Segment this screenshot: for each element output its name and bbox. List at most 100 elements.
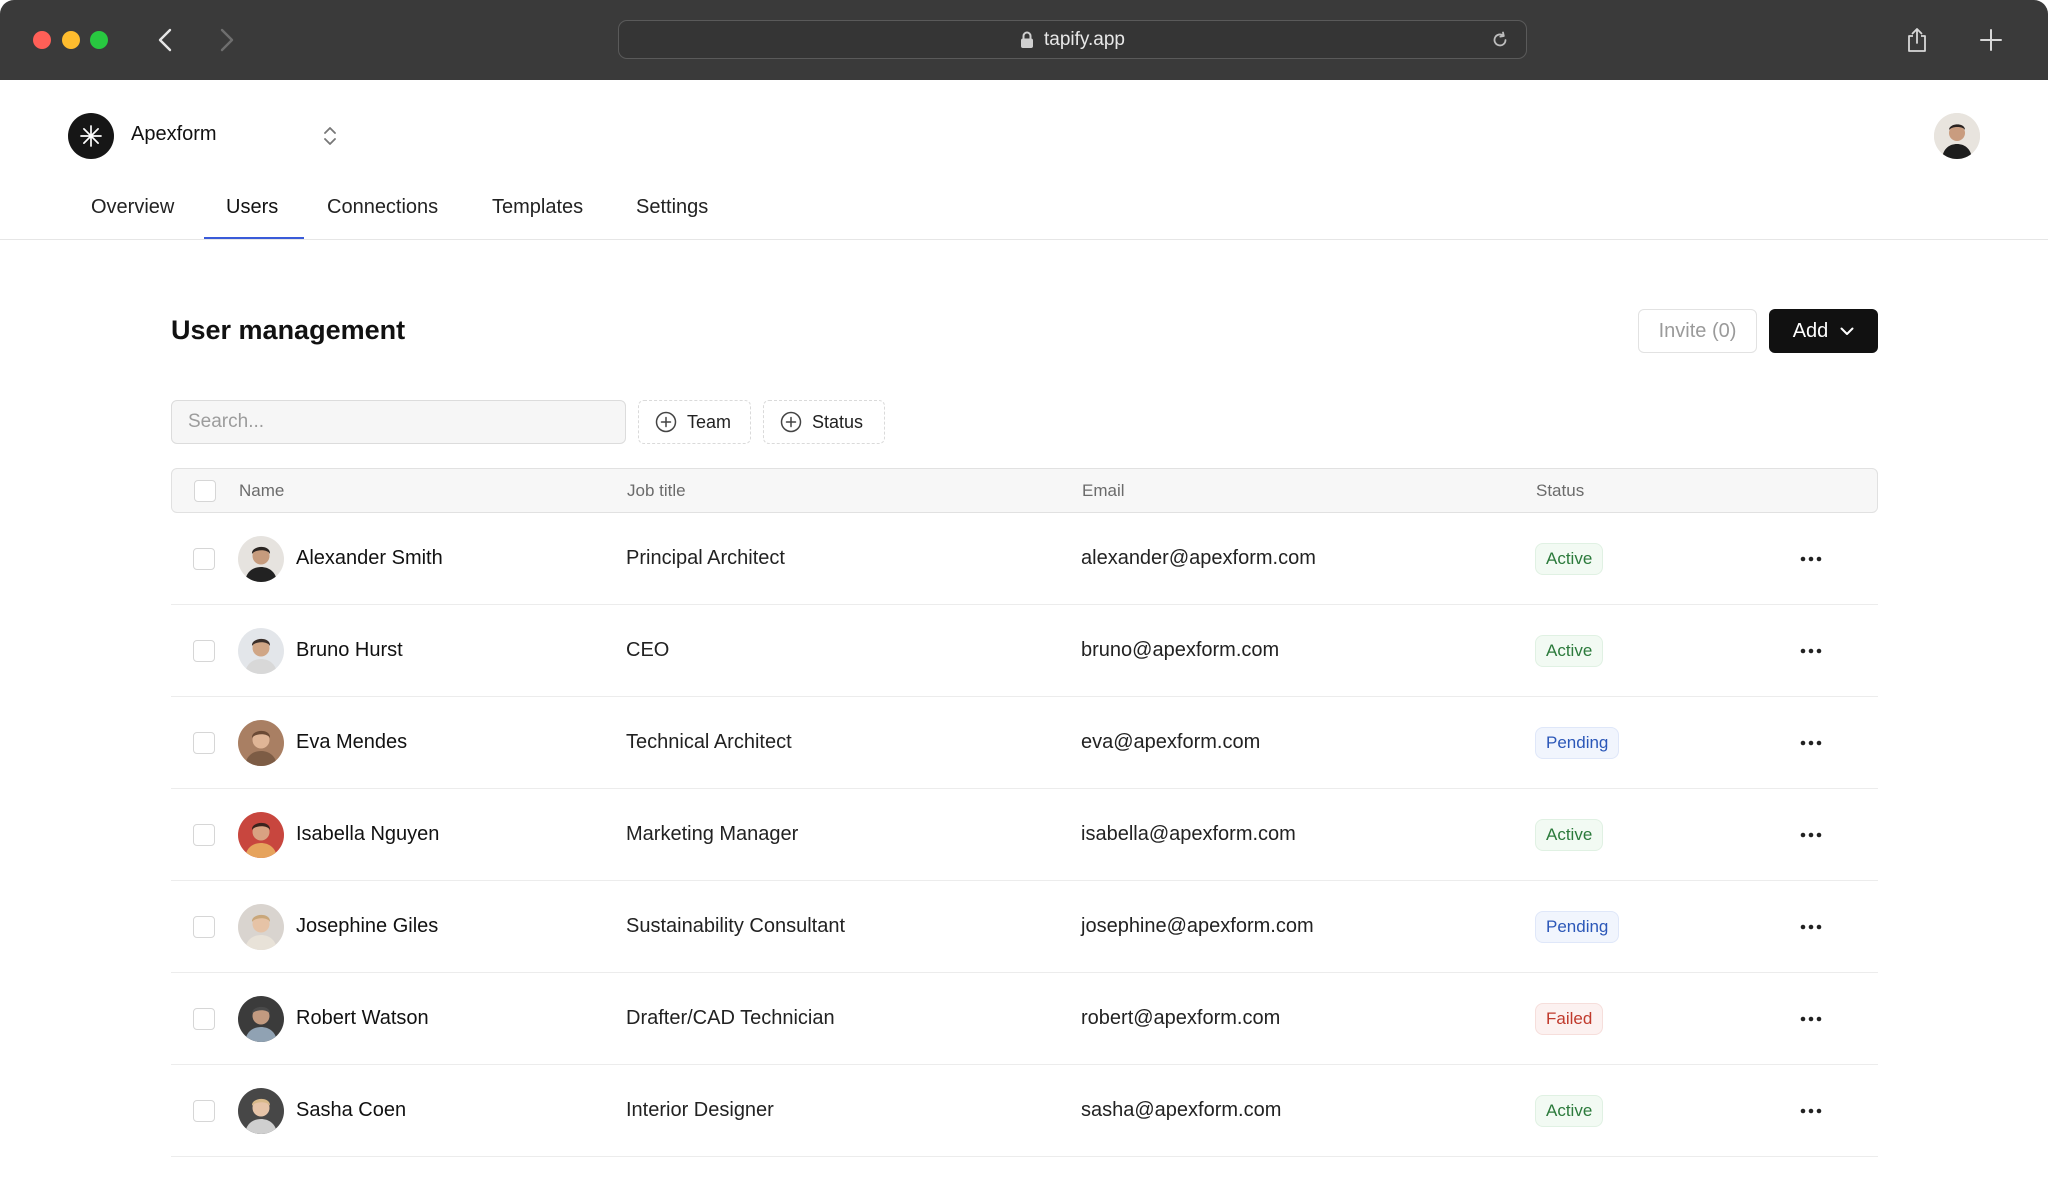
address-bar[interactable]: tapify.app — [618, 20, 1527, 59]
more-horizontal-icon — [1800, 740, 1822, 746]
active-tab-indicator — [204, 237, 304, 239]
more-horizontal-icon — [1800, 832, 1822, 838]
user-job-title: Interior Designer — [626, 1099, 774, 1121]
column-header-status[interactable]: Status — [1536, 481, 1584, 501]
table-row[interactable]: Bruno Hurst CEO bruno@apexform.com Active — [171, 605, 1878, 697]
table-row[interactable]: Isabella Nguyen Marketing Manager isabella… — [171, 789, 1878, 881]
invite-button[interactable]: Invite (0) — [1638, 309, 1757, 353]
more-horizontal-icon — [1800, 1016, 1822, 1022]
user-email: sasha@apexform.com — [1081, 1099, 1282, 1121]
more-horizontal-icon — [1800, 924, 1822, 930]
status-filter-button[interactable]: Status — [763, 400, 885, 444]
row-actions-button[interactable] — [1797, 638, 1825, 664]
avatar — [238, 996, 284, 1042]
tab-connections[interactable]: Connections — [327, 196, 438, 240]
table-row[interactable]: Robert Watson Drafter/CAD Technician rober… — [171, 973, 1878, 1065]
row-checkbox[interactable] — [193, 640, 215, 662]
chevron-down-icon — [1840, 327, 1854, 335]
table-row[interactable]: Josephine Giles Sustainability Consultant… — [171, 881, 1878, 973]
maximize-window-button[interactable] — [90, 31, 108, 49]
status-badge: Active — [1535, 635, 1604, 667]
tab-templates[interactable]: Templates — [492, 196, 583, 240]
user-email: bruno@apexform.com — [1081, 639, 1280, 661]
reload-icon[interactable] — [1490, 30, 1510, 50]
avatar-portrait — [238, 1088, 284, 1134]
lock-icon — [1021, 31, 1033, 48]
row-checkbox[interactable] — [193, 548, 215, 570]
avatar-portrait — [238, 536, 284, 582]
row-checkbox[interactable] — [193, 1100, 215, 1122]
url-text: tapify.app — [1044, 28, 1125, 50]
back-button[interactable] — [149, 24, 181, 56]
main-tabs: Overview Users Connections Templates Set… — [0, 180, 2048, 240]
column-header-name[interactable]: Name — [239, 481, 284, 501]
avatar — [238, 1088, 284, 1134]
status-badge: Active — [1535, 543, 1604, 575]
row-actions-button[interactable] — [1797, 1006, 1825, 1032]
status-badge: Pending — [1535, 911, 1620, 943]
forward-button[interactable] — [211, 24, 243, 56]
user-job-title: Principal Architect — [626, 547, 785, 569]
tab-users[interactable]: Users — [226, 196, 278, 240]
search-input[interactable] — [171, 400, 626, 444]
row-checkbox[interactable] — [193, 1008, 215, 1030]
user-name[interactable]: Sasha Coen — [296, 1099, 406, 1122]
avatar-portrait — [238, 720, 284, 766]
org-logo[interactable] — [68, 113, 114, 159]
new-tab-button[interactable] — [1975, 24, 2007, 56]
row-checkbox[interactable] — [193, 732, 215, 754]
row-checkbox[interactable] — [193, 824, 215, 846]
more-horizontal-icon — [1800, 556, 1822, 562]
chevron-up-down-icon[interactable] — [320, 124, 340, 148]
avatar — [238, 536, 284, 582]
avatar — [238, 720, 284, 766]
avatar-portrait — [238, 628, 284, 674]
add-button-label: Add — [1792, 319, 1829, 342]
add-button[interactable]: Add — [1769, 309, 1878, 353]
team-filter-label: Team — [687, 411, 732, 432]
row-checkbox[interactable] — [193, 916, 215, 938]
user-name[interactable]: Robert Watson — [296, 1007, 429, 1030]
select-all-checkbox[interactable] — [194, 480, 216, 502]
status-badge: Pending — [1535, 727, 1620, 759]
user-job-title: Sustainability Consultant — [626, 915, 846, 937]
column-header-email[interactable]: Email — [1082, 481, 1125, 501]
row-actions-button[interactable] — [1797, 1098, 1825, 1124]
user-job-title: Technical Architect — [626, 731, 792, 753]
table-row[interactable]: Eva Mendes Technical Architect eva@apexfor… — [171, 697, 1878, 789]
table-row[interactable]: Sasha Coen Interior Designer sasha@apexfor… — [171, 1065, 1878, 1157]
row-actions-button[interactable] — [1797, 822, 1825, 848]
user-name[interactable]: Bruno Hurst — [296, 639, 403, 662]
status-filter-label: Status — [812, 411, 864, 432]
table-header: Name Job title Email Status — [171, 468, 1878, 513]
user-name[interactable]: Eva Mendes — [296, 731, 407, 754]
user-name[interactable]: Josephine Giles — [296, 915, 438, 938]
tab-settings[interactable]: Settings — [636, 196, 708, 240]
row-actions-button[interactable] — [1797, 546, 1825, 572]
org-name[interactable]: Apexform — [131, 123, 217, 146]
user-email: eva@apexform.com — [1081, 731, 1261, 753]
avatar-portrait — [238, 812, 284, 858]
avatar — [238, 812, 284, 858]
status-badge: Failed — [1535, 1003, 1604, 1035]
page-title: User management — [171, 315, 406, 345]
user-email: alexander@apexform.com — [1081, 547, 1316, 569]
column-header-job-title[interactable]: Job title — [627, 481, 686, 501]
user-job-title: CEO — [626, 639, 670, 661]
minimize-window-button[interactable] — [62, 31, 80, 49]
user-name[interactable]: Isabella Nguyen — [296, 823, 439, 846]
current-user-avatar[interactable] — [1934, 113, 1980, 159]
chevron-right-icon — [220, 28, 234, 52]
user-name[interactable]: Alexander Smith — [296, 547, 443, 570]
row-actions-button[interactable] — [1797, 914, 1825, 940]
tab-overview[interactable]: Overview — [91, 196, 174, 240]
table-row[interactable]: Alexander Smith Principal Architect alexan… — [171, 513, 1878, 605]
row-actions-button[interactable] — [1797, 730, 1825, 756]
share-icon — [1908, 28, 1926, 52]
team-filter-button[interactable]: Team — [638, 400, 751, 444]
share-button[interactable] — [1901, 24, 1933, 56]
avatar-portrait — [1934, 113, 1980, 159]
avatar-portrait — [238, 904, 284, 950]
avatar — [238, 904, 284, 950]
close-window-button[interactable] — [33, 31, 51, 49]
